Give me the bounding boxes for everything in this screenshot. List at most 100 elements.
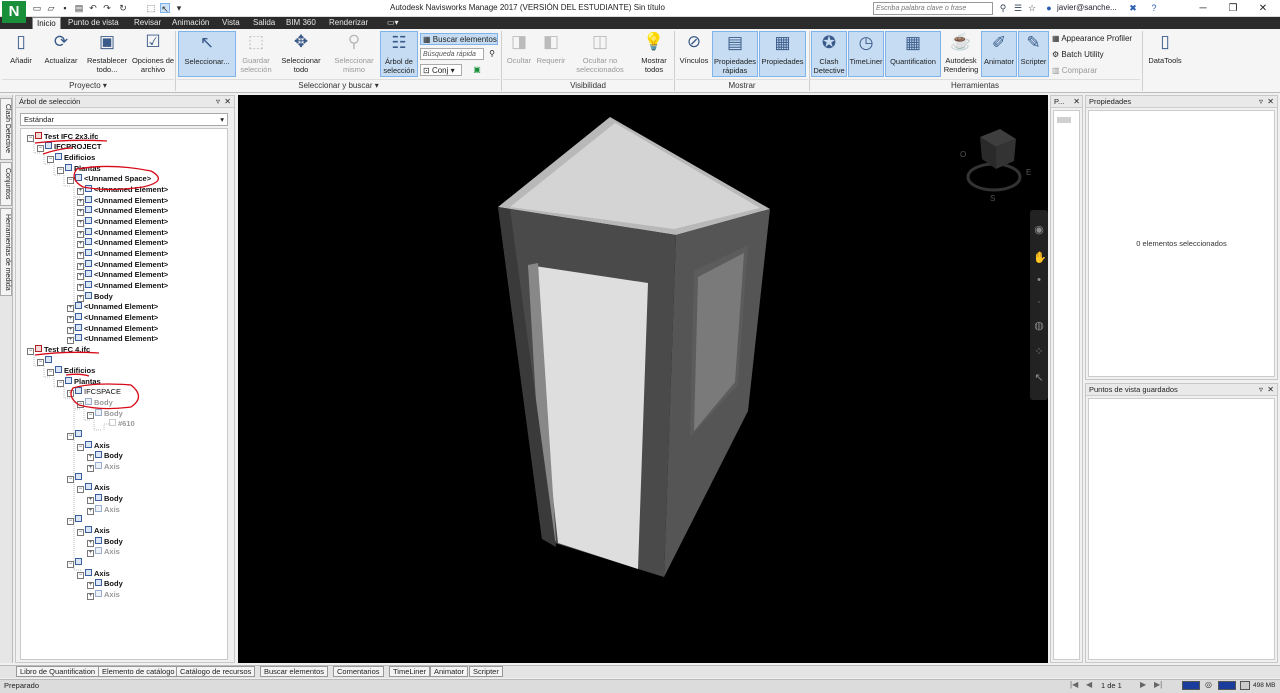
communication-icon[interactable]: ☰ bbox=[1012, 2, 1024, 14]
new-file-icon[interactable]: ▭ bbox=[32, 3, 42, 13]
redo-icon[interactable]: ↷ bbox=[102, 3, 112, 13]
tab-conjuntos[interactable]: Conjuntos bbox=[0, 162, 12, 206]
panel-pin-icon[interactable]: ▿ bbox=[1259, 384, 1263, 396]
tab-resource-catalog[interactable]: Catálogo de recursos bbox=[176, 666, 256, 677]
select-same-button[interactable]: ⚲ Seleccionar mismo bbox=[330, 31, 378, 77]
zoom-icon[interactable]: • bbox=[1033, 274, 1045, 286]
qa-dropdown-icon[interactable]: ▾ bbox=[174, 3, 184, 13]
close-button[interactable]: ✕ bbox=[1248, 1, 1278, 16]
quick-find-input[interactable]: Búsqueda rápida bbox=[420, 48, 484, 60]
tab-salida[interactable]: Salida bbox=[249, 17, 279, 29]
animator-button[interactable]: ✐ Animator bbox=[981, 31, 1017, 77]
selection-tree-button[interactable]: ☷ Árbol de selección bbox=[380, 31, 418, 77]
tab-revisar[interactable]: Revisar bbox=[130, 17, 165, 29]
maximize-button[interactable]: ❐ bbox=[1218, 1, 1248, 16]
links-button[interactable]: ⊘ Vínculos bbox=[677, 31, 711, 77]
selection-tree[interactable]: − Test IFC 2x3.ifc − IFCPROJECT − Edificios… bbox=[20, 128, 228, 660]
panel-close-icon[interactable]: ✕ bbox=[1267, 96, 1274, 108]
saved-viewpoints-body[interactable] bbox=[1088, 398, 1275, 660]
group-herramientas[interactable]: Herramientas bbox=[810, 79, 1140, 91]
ribbon-minimize-icon[interactable]: ▭▾ bbox=[383, 17, 403, 29]
tab-timeliner[interactable]: TimeLiner bbox=[389, 666, 431, 677]
group-seleccionar-buscar[interactable]: Seleccionar y buscar ▾ bbox=[177, 79, 500, 91]
datatools-button[interactable]: ▯ DataTools bbox=[1145, 31, 1185, 77]
hide-unselected-button[interactable]: ◫ Ocultar no seleccionados bbox=[568, 31, 632, 77]
save-icon[interactable]: ▪ bbox=[60, 3, 70, 13]
print-icon[interactable]: ▤ bbox=[74, 3, 84, 13]
refresh-icon[interactable]: ↻ bbox=[118, 3, 128, 13]
require-button[interactable]: ◧ Requerir bbox=[535, 31, 567, 77]
user-icon[interactable]: ● bbox=[1043, 2, 1055, 14]
clash-detective-button[interactable]: ✪ Clash Detective bbox=[811, 31, 847, 77]
tab-bim360[interactable]: BIM 360 bbox=[282, 17, 320, 29]
quick-find-search-icon[interactable]: ⚲ bbox=[486, 48, 498, 60]
tab-measure-tools[interactable]: Herramientas de medida bbox=[0, 208, 12, 296]
tab-inicio[interactable]: Inicio bbox=[32, 17, 61, 29]
manage-sets-icon[interactable]: ▣ bbox=[470, 64, 484, 76]
select-cursor-icon[interactable]: ↖ bbox=[1033, 372, 1045, 384]
select-all-button[interactable]: ✥ Seleccionar todo bbox=[277, 31, 325, 77]
orbit-icon[interactable]: ◍ bbox=[1033, 320, 1045, 332]
3d-viewport[interactable]: O E S bbox=[238, 95, 1048, 663]
panel-close-icon[interactable]: ✕ bbox=[224, 96, 231, 108]
exchange-icon[interactable]: ✖ bbox=[1127, 2, 1139, 14]
first-page-icon[interactable]: |◀ bbox=[1070, 680, 1078, 689]
scripter-button[interactable]: ✎ Scripter bbox=[1018, 31, 1049, 77]
tree-mode-dropdown[interactable]: Estándar ▾ bbox=[20, 113, 228, 126]
quick-properties-button[interactable]: ▤ Propiedades rápidas bbox=[712, 31, 758, 77]
file-options-button[interactable]: ☑ Opciones de archivo bbox=[131, 31, 175, 77]
panel-close-icon[interactable]: ✕ bbox=[1267, 384, 1274, 396]
quantification-button[interactable]: ▦ Quantification bbox=[885, 31, 941, 77]
find-items-button[interactable]: ▦ Buscar elementos bbox=[420, 33, 498, 45]
properties-button[interactable]: ▦ Propiedades bbox=[759, 31, 806, 77]
sets-dropdown[interactable]: ⊡ Conj ▾ bbox=[420, 64, 462, 76]
panel-pin-icon[interactable]: ▿ bbox=[1259, 96, 1263, 108]
compare-button[interactable]: ▥ Comparar bbox=[1052, 65, 1097, 77]
hide-button[interactable]: ◨ Ocultar bbox=[504, 31, 534, 77]
steering-wheel-icon[interactable]: ◉ bbox=[1033, 224, 1045, 236]
minimize-button[interactable]: ─ bbox=[1188, 1, 1218, 16]
walk-icon[interactable]: ⁘ bbox=[1033, 346, 1045, 358]
app-logo[interactable]: N bbox=[2, 1, 26, 23]
tab-animator[interactable]: Animator bbox=[430, 666, 469, 677]
tab-quantification-workbook[interactable]: Libro de Quantification bbox=[16, 666, 100, 677]
binoculars-icon[interactable]: ⚲ bbox=[997, 2, 1009, 14]
next-page-icon[interactable]: ▶ bbox=[1140, 680, 1146, 689]
group-visibilidad[interactable]: Visibilidad bbox=[503, 79, 673, 91]
tab-scripter[interactable]: Scripter bbox=[469, 666, 503, 677]
favorites-icon[interactable]: ☆ bbox=[1026, 2, 1038, 14]
appearance-profiler-button[interactable]: ▦ Appearance Profiler bbox=[1052, 33, 1132, 45]
tab-find-items[interactable]: Buscar elementos bbox=[260, 666, 329, 677]
add-button[interactable]: ▯ Añadir bbox=[3, 31, 39, 77]
panel-close-icon[interactable]: ✕ bbox=[1073, 96, 1080, 108]
tab-comments[interactable]: Comentarios bbox=[333, 666, 384, 677]
pan-icon[interactable]: ✋ bbox=[1033, 252, 1047, 264]
tab-renderizar[interactable]: Renderizar bbox=[325, 17, 372, 29]
cursor-select-icon[interactable]: ↖ bbox=[160, 3, 170, 14]
show-all-button[interactable]: 💡 Mostrar todos bbox=[636, 31, 672, 77]
prev-page-icon[interactable]: ◀ bbox=[1086, 680, 1092, 689]
group-mostrar[interactable]: Mostrar bbox=[676, 79, 808, 91]
user-account[interactable]: javier@sanche... bbox=[1057, 3, 1117, 12]
zoom-window-icon[interactable]: · bbox=[1033, 296, 1045, 308]
tab-punto-de-vista[interactable]: Punto de vista bbox=[64, 17, 123, 29]
scroll-thumb[interactable] bbox=[1057, 117, 1071, 123]
select-button[interactable]: ↖ Seleccionar... bbox=[178, 31, 236, 77]
timeliner-button[interactable]: ◷ TimeLiner bbox=[848, 31, 884, 77]
open-file-icon[interactable]: ▱ bbox=[46, 3, 56, 13]
last-page-icon[interactable]: ▶| bbox=[1154, 680, 1162, 689]
save-selection-button[interactable]: ⬚ Guardar selección bbox=[237, 31, 275, 77]
batch-utility-button[interactable]: ⚙ Batch Utility bbox=[1052, 49, 1104, 61]
tab-clash-detective[interactable]: Clash Detective bbox=[0, 98, 12, 160]
panel-pin-icon[interactable]: ▿ bbox=[216, 96, 220, 108]
reset-all-button[interactable]: ▣ Restablecer todo... bbox=[83, 31, 131, 77]
undo-icon[interactable]: ↶ bbox=[88, 3, 98, 13]
tab-item-catalog[interactable]: Elemento de catálogo bbox=[98, 666, 179, 677]
autodesk-rendering-button[interactable]: ☕ Autodesk Rendering bbox=[942, 31, 980, 77]
quick-select-icon[interactable]: ⬚ bbox=[146, 3, 156, 13]
tab-animacion[interactable]: Animación bbox=[168, 17, 213, 29]
refresh-button[interactable]: ⟳ Actualizar bbox=[40, 31, 82, 77]
help-icon[interactable]: ? bbox=[1148, 2, 1160, 14]
group-proyecto[interactable]: Proyecto ▾ bbox=[2, 79, 174, 91]
tab-vista[interactable]: Vista bbox=[218, 17, 244, 29]
